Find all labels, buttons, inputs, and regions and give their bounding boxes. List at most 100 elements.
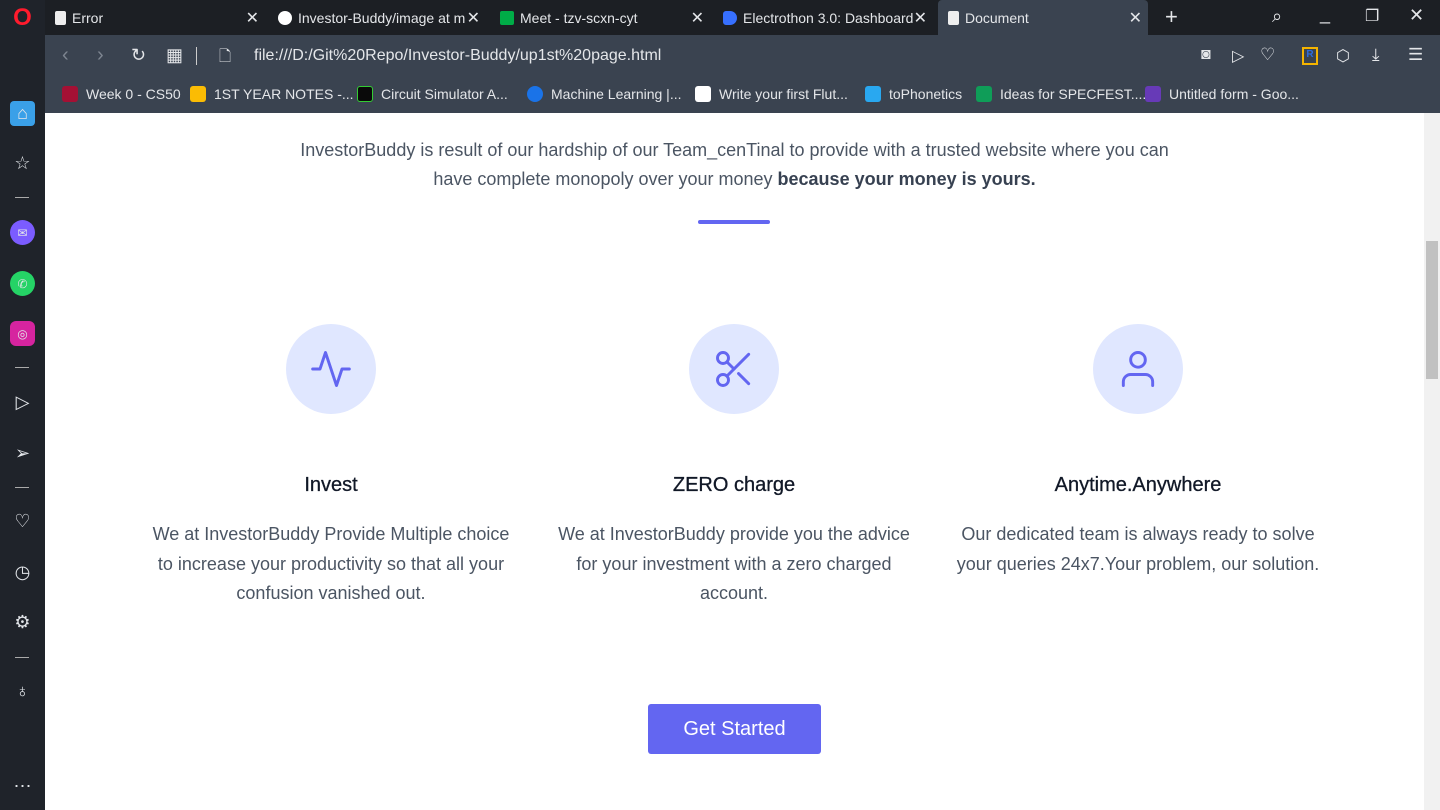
home-icon[interactable]: ⌂ <box>10 101 35 126</box>
settings-sliders-icon[interactable]: ☰ <box>1408 45 1423 65</box>
bookmark-label: toPhonetics <box>889 86 963 102</box>
accent-divider <box>698 220 770 224</box>
bookmark[interactable]: Untitled form - Goo... <box>1145 86 1299 102</box>
lightbulb-icon[interactable]: ♁ <box>10 679 35 704</box>
intro-body: InvestorBuddy is result of our hardship … <box>300 140 1169 189</box>
minimize-button[interactable]: _ <box>1320 4 1330 25</box>
tab-error[interactable]: Error ✕ <box>45 0 265 35</box>
bookmark[interactable]: 1ST YEAR NOTES -... <box>190 86 354 102</box>
download-icon[interactable]: ⤓ <box>1372 45 1380 65</box>
bookmarks-bar: Week 0 - CS50 1ST YEAR NOTES -... Circui… <box>45 78 1440 113</box>
bookmark[interactable]: Circuit Simulator A... <box>357 86 508 102</box>
gear-icon[interactable]: ⚙ <box>10 610 35 635</box>
close-icon[interactable]: ✕ <box>691 8 704 28</box>
tab-title: Meet - tzv-scxn-cyt <box>520 9 638 26</box>
url-field[interactable]: file:///D:/Git%20Repo/Investor-Buddy/up1… <box>254 47 661 65</box>
close-icon[interactable]: ✕ <box>913 8 927 28</box>
meet-icon <box>500 10 514 25</box>
heart-icon[interactable]: ♡ <box>1260 45 1275 65</box>
player-icon[interactable]: ▷ <box>10 390 35 415</box>
scrollbar-thumb[interactable] <box>1426 241 1438 379</box>
scissors-icon <box>689 324 779 414</box>
reload-button[interactable]: ↻ <box>131 45 146 66</box>
feature-invest: Invest We at InvestorBuddy Provide Multi… <box>146 324 516 609</box>
bookmark-icon <box>62 86 78 102</box>
close-window-button[interactable]: ✕ <box>1409 5 1424 26</box>
page-icon <box>948 10 959 25</box>
google-sheets-icon <box>976 86 992 102</box>
activity-icon <box>286 324 376 414</box>
opera-logo-icon[interactable]: O <box>10 4 35 31</box>
instagram-icon[interactable]: ◎ <box>10 321 35 346</box>
tab-github[interactable]: Investor-Buddy/image at m ✕ <box>268 0 486 35</box>
bookmark-label: 1ST YEAR NOTES -... <box>214 86 354 102</box>
bookmark-label: Circuit Simulator A... <box>381 86 508 102</box>
intro-emphasis: because your money is yours. <box>777 169 1036 189</box>
feature-title: ZERO charge <box>672 474 796 496</box>
bookmark-label: Machine Learning |... <box>551 86 682 102</box>
back-button[interactable]: ‹ <box>62 44 69 67</box>
bookmark[interactable]: toPhonetics <box>865 86 962 102</box>
bookmark[interactable]: Week 0 - CS50 <box>62 86 181 102</box>
google-forms-icon <box>1145 86 1161 102</box>
page-icon <box>55 10 66 25</box>
tab-title: Electrothon 3.0: Dashboard <box>743 9 914 26</box>
divider <box>196 47 197 65</box>
bookmark-icon <box>865 86 881 102</box>
search-icon[interactable]: ⌕ <box>1272 6 1282 27</box>
tab-document[interactable]: Document ✕ <box>938 0 1148 35</box>
new-tab-button[interactable]: + <box>1165 4 1178 30</box>
bookmark-label: Untitled form - Goo... <box>1169 86 1299 102</box>
camera-icon[interactable]: ◙ <box>1201 46 1211 64</box>
whatsapp-icon[interactable]: ✆ <box>10 271 35 296</box>
feature-title: Invest <box>304 474 358 496</box>
star-icon[interactable]: ☆ <box>10 151 35 176</box>
tab-meet[interactable]: Meet - tzv-scxn-cyt ✕ <box>490 0 710 35</box>
history-icon[interactable]: ◷ <box>10 560 35 585</box>
extension-icon[interactable]: R <box>1302 47 1318 65</box>
bookmark-icon <box>695 86 711 102</box>
page-icon: 🗋 <box>219 48 232 65</box>
feature-text: We at InvestorBuddy provide you the advi… <box>558 524 910 603</box>
address-bar-row: ‹ › ↻ ▦ 🗋 file:///D:/Git%20Repo/Investor… <box>45 35 1440 78</box>
google-drive-icon <box>190 86 206 102</box>
feature-text: Our dedicated team is always ready to so… <box>956 524 1320 574</box>
feature-anytime: Anytime.Anywhere Our dedicated team is a… <box>953 324 1323 579</box>
tab-title: Investor-Buddy/image at m <box>298 9 466 26</box>
devfolio-icon <box>723 10 737 25</box>
restore-button[interactable]: ❐ <box>1365 6 1379 26</box>
forward-button[interactable]: › <box>97 44 104 67</box>
bookmark-label: Week 0 - CS50 <box>86 86 181 102</box>
close-icon[interactable]: ✕ <box>466 8 480 28</box>
messenger-icon[interactable]: ✉ <box>10 220 35 245</box>
intro-text: InvestorBuddy is result of our hardship … <box>45 136 1424 194</box>
tab-bar: Error ✕ Investor-Buddy/image at m ✕ Meet -… <box>45 0 1440 35</box>
divider <box>15 367 29 368</box>
send-icon[interactable]: ➢ <box>10 441 35 466</box>
tabs-grid-icon[interactable]: ▦ <box>166 45 183 66</box>
feature-zero-charge: ZERO charge We at InvestorBuddy provide … <box>549 324 919 609</box>
page-content: InvestorBuddy is result of our hardship … <box>45 113 1424 810</box>
bookmark[interactable]: Ideas for SPECFEST.... <box>976 86 1146 102</box>
github-icon <box>278 10 292 25</box>
get-started-button[interactable]: Get Started <box>648 704 821 754</box>
bookmark-label: Ideas for SPECFEST.... <box>1000 86 1147 102</box>
tab-title: Error <box>72 9 104 26</box>
browser-sidebar: O ⌂ ☆ ✉ ✆ ◎ ▷ ➢ ♡ ◷ ⚙ ♁ ⋯ <box>0 0 45 810</box>
divider <box>15 487 29 488</box>
cube-icon[interactable]: ⬡ <box>1336 46 1350 66</box>
user-icon <box>1093 324 1183 414</box>
scrollbar[interactable] <box>1424 113 1440 810</box>
more-icon[interactable]: ⋯ <box>10 774 35 799</box>
bookmark[interactable]: Machine Learning |... <box>527 86 682 102</box>
close-icon[interactable]: ✕ <box>246 8 259 28</box>
send-icon[interactable]: ▷ <box>1232 46 1244 66</box>
close-icon[interactable]: ✕ <box>1129 8 1142 28</box>
divider <box>15 197 29 198</box>
bookmark[interactable]: Write your first Flut... <box>695 86 848 102</box>
tab-electrothon[interactable]: Electrothon 3.0: Dashboard ✕ <box>713 0 933 35</box>
bookmark-icon <box>357 86 373 102</box>
divider <box>15 657 29 658</box>
heart-icon[interactable]: ♡ <box>10 509 35 534</box>
feature-title: Anytime.Anywhere <box>1054 474 1222 496</box>
